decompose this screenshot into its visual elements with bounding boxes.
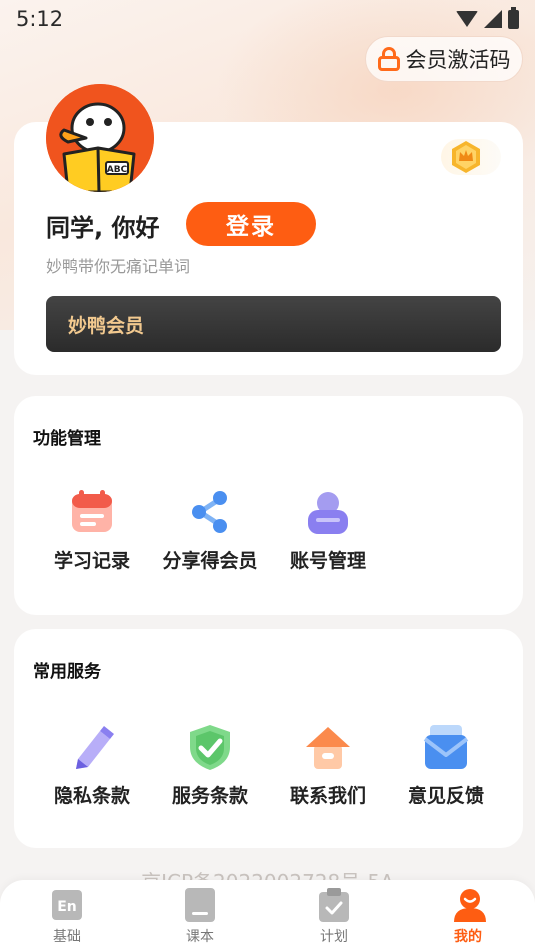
study-record-label: 学习记录: [53, 550, 130, 572]
signal-icon: [484, 10, 502, 28]
function-management-card: 功能管理 学习记录 分享得会员 账号管理: [14, 396, 523, 615]
mail-icon: [422, 723, 470, 771]
tab-basics-label: 基础: [53, 929, 81, 945]
account-icon: [304, 488, 352, 536]
bottom-tab-bar: En 基础 课本 计划 我的: [0, 880, 535, 951]
crown-icon: [452, 141, 480, 173]
share-icon: [186, 488, 234, 536]
tab-textbook-label: 课本: [186, 929, 214, 945]
calendar-icon: [68, 488, 116, 536]
tab-textbook[interactable]: 课本: [160, 888, 240, 946]
svg-text:ABC: ABC: [107, 165, 128, 175]
lock-icon: [377, 47, 400, 71]
svg-text:En: En: [57, 899, 77, 915]
login-button[interactable]: 登录: [186, 202, 316, 246]
shield-check-icon: [186, 723, 234, 771]
greeting-text: 同学, 你好: [46, 214, 160, 242]
vip-membership-label: 妙鸭会员: [68, 314, 145, 337]
feedback-item[interactable]: 意见反馈: [396, 723, 496, 808]
tab-mine[interactable]: 我的: [428, 888, 508, 946]
contact-us-label: 联系我们: [289, 785, 366, 807]
study-record-item[interactable]: 学习记录: [42, 488, 142, 573]
share-for-vip-item[interactable]: 分享得会员: [160, 488, 260, 573]
account-management-label: 账号管理: [289, 550, 366, 572]
account-management-item[interactable]: 账号管理: [278, 488, 378, 573]
tab-plan-label: 计划: [320, 929, 348, 945]
common-services-card: 常用服务 隐私条款 服务条款 联系我们 意见反馈: [14, 629, 523, 848]
clipboard-check-icon: [319, 888, 349, 922]
user-icon: [453, 888, 486, 922]
wifi-icon: [456, 11, 478, 27]
section-title: 常用服务: [33, 662, 101, 682]
crown-badge[interactable]: [441, 139, 501, 175]
share-for-vip-label: 分享得会员: [162, 550, 258, 572]
status-time: 5:12: [16, 7, 64, 31]
vip-activation-code-button[interactable]: 会员激活码: [365, 36, 523, 82]
privacy-policy-item[interactable]: 隐私条款: [42, 723, 142, 808]
battery-icon: [508, 6, 519, 29]
duck-mascot-icon: ABC: [46, 84, 154, 192]
tab-plan[interactable]: 计划: [294, 888, 374, 946]
contact-us-item[interactable]: 联系我们: [278, 723, 378, 808]
en-icon: En: [52, 888, 82, 922]
status-icons: [456, 6, 519, 29]
privacy-policy-label: 隐私条款: [53, 785, 130, 807]
section-title: 功能管理: [33, 429, 101, 449]
avatar[interactable]: ABC: [46, 84, 154, 192]
house-icon: [304, 723, 352, 771]
status-bar: 5:12: [0, 0, 535, 38]
feedback-label: 意见反馈: [407, 785, 484, 807]
pencil-icon: [68, 723, 116, 771]
vip-membership-bar[interactable]: 妙鸭会员: [46, 296, 501, 352]
terms-of-service-item[interactable]: 服务条款: [160, 723, 260, 808]
vip-activation-code-label: 会员激活码: [405, 48, 511, 72]
tab-mine-label: 我的: [454, 929, 482, 945]
terms-of-service-label: 服务条款: [171, 785, 248, 807]
slogan-text: 妙鸭带你无痛记单词: [46, 257, 191, 276]
book-icon: [185, 888, 215, 922]
tab-basics[interactable]: En 基础: [27, 888, 107, 946]
